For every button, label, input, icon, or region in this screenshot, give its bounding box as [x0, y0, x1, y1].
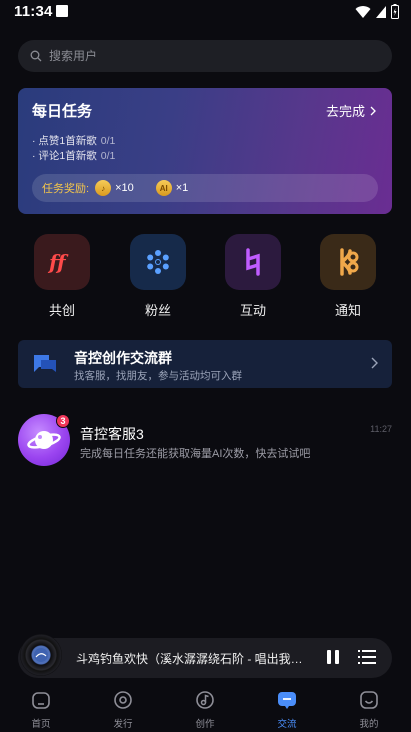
- note-coin-icon: ♪: [95, 180, 112, 196]
- task-item: · 评论1首新歌 0/1: [32, 149, 115, 164]
- tab-label: 交流: [277, 719, 297, 730]
- tab-publish[interactable]: 发行: [93, 688, 153, 730]
- reward-bar: 任务奖励: ♪ ×10 AI ×1: [32, 174, 378, 202]
- natural-sign-icon: [225, 234, 281, 290]
- wifi-icon: [355, 5, 371, 18]
- unread-badge: 3: [56, 414, 70, 428]
- feature-label: 粉丝: [144, 303, 171, 318]
- ff-icon: ff: [34, 234, 90, 290]
- bottom-tab-bar: 首页 发行 创作 交流 我的: [0, 684, 411, 732]
- task-list: · 点赞1首新歌 0/1 · 评论1首新歌 0/1: [32, 134, 115, 164]
- group-card[interactable]: 音控创作交流群 找客服，找朋友，参与活动均可入群: [18, 340, 392, 388]
- tab-label: 我的: [359, 719, 379, 730]
- planet-icon: [27, 431, 61, 449]
- home-icon: [32, 692, 50, 709]
- reward-item: AI ×1: [155, 180, 189, 196]
- reward-label: 任务奖励:: [42, 183, 90, 195]
- ai-coin-icon: AI: [155, 180, 172, 196]
- chat-name: 音控客服3: [80, 426, 144, 442]
- tab-create[interactable]: 创作: [175, 688, 235, 730]
- svg-text:ff: ff: [47, 250, 69, 274]
- status-time: 11:34: [14, 3, 53, 20]
- notification-icon: [56, 5, 68, 17]
- chat-last-message: 完成每日任务还能获取海量AI次数，快去试试吧: [80, 448, 311, 460]
- search-input[interactable]: [49, 49, 349, 63]
- chevron-right-icon: [371, 357, 378, 369]
- profile-icon: [360, 691, 378, 709]
- tab-home[interactable]: 首页: [11, 688, 71, 730]
- status-icons: [355, 4, 399, 19]
- status-bar: 11:34: [0, 0, 411, 26]
- group-chat-icon: [34, 355, 56, 372]
- reward-amount: ×10: [115, 182, 134, 194]
- daily-task-card: 每日任务 去完成 · 点赞1首新歌 0/1 · 评论1首新歌 0/1 任务奖励: ♪…: [18, 88, 392, 214]
- music-create-icon: [196, 691, 214, 709]
- group-subtitle: 找客服，找朋友，参与活动均可入群: [74, 370, 242, 382]
- search-icon: [30, 50, 42, 62]
- song-title: 斗鸡钓鱼欢快（溪水潺潺绕石阶 - 唱出我世界范儿: [76, 652, 314, 666]
- tab-label: 创作: [195, 719, 215, 730]
- tab-profile[interactable]: 我的: [339, 688, 399, 730]
- battery-icon: [391, 4, 399, 19]
- chat-time: 11:27: [370, 424, 392, 434]
- group-title: 音控创作交流群: [74, 350, 172, 366]
- reward-item: ♪ ×10: [95, 180, 134, 196]
- go-complete-label: 去完成: [325, 104, 365, 119]
- disc-icon: [114, 691, 132, 709]
- tab-label: 首页: [31, 719, 51, 730]
- go-complete-button[interactable]: 去完成: [326, 101, 376, 120]
- chat-icon: [278, 692, 296, 709]
- chevron-right-icon: [370, 106, 376, 115]
- feature-fans[interactable]: 粉丝: [128, 234, 188, 319]
- tab-label: 发行: [113, 719, 133, 730]
- pause-button[interactable]: [327, 650, 341, 666]
- rune-icon: [320, 234, 376, 290]
- task-text: · 点赞1首新歌: [32, 135, 97, 147]
- feature-row: ff 共创 粉丝 互动 通知: [0, 234, 411, 324]
- tab-chat[interactable]: 交流: [257, 688, 317, 730]
- feature-label: 通知: [334, 303, 361, 318]
- mini-player[interactable]: 斗鸡钓鱼欢快（溪水潺潺绕石阶 - 唱出我世界范儿: [18, 634, 392, 678]
- playlist-icon[interactable]: [358, 649, 376, 665]
- feature-label: 共创: [48, 303, 75, 318]
- reward-amount: ×1: [175, 182, 189, 194]
- search-bar[interactable]: [18, 40, 392, 72]
- task-text: · 评论1首新歌: [32, 150, 97, 162]
- chat-list-item[interactable]: 3 音控客服3 完成每日任务还能获取海量AI次数，快去试试吧 11:27: [18, 414, 392, 468]
- signal-icon: [376, 5, 386, 18]
- daily-task-title: 每日任务: [32, 103, 93, 120]
- feature-label: 互动: [239, 303, 266, 318]
- feature-cocreate[interactable]: ff 共创: [32, 234, 92, 319]
- task-progress: 0/1: [100, 135, 116, 147]
- feature-interaction[interactable]: 互动: [223, 234, 283, 319]
- snowflake-icon: [130, 234, 186, 290]
- task-item: · 点赞1首新歌 0/1: [32, 134, 115, 149]
- task-progress: 0/1: [100, 150, 116, 162]
- album-disc-icon: [20, 634, 62, 676]
- feature-notify[interactable]: 通知: [318, 234, 378, 319]
